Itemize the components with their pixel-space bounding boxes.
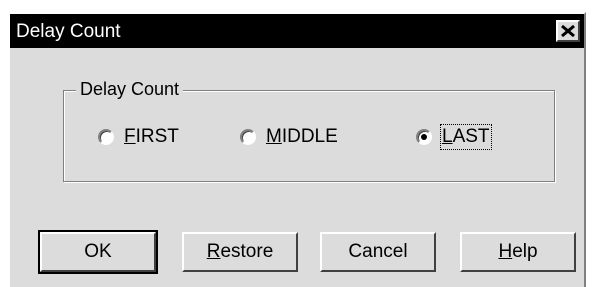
- radio-last[interactable]: LAST: [416, 124, 492, 150]
- help-button-label: Help: [498, 241, 538, 262]
- ok-button[interactable]: OK: [38, 230, 158, 274]
- delay-count-dialog: Delay Count Delay Count FIRST MIDDLE LAS…: [8, 12, 586, 287]
- title-bar[interactable]: Delay Count: [10, 14, 584, 48]
- radio-label-last: LAST: [440, 124, 492, 150]
- radio-label-first: FIRST: [124, 126, 179, 147]
- window-title: Delay Count: [16, 21, 121, 42]
- radio-dot: [421, 134, 427, 140]
- delay-count-groupbox: Delay Count FIRST MIDDLE LAST: [63, 79, 555, 182]
- ok-button-label: OK: [84, 241, 112, 262]
- help-button[interactable]: Help: [460, 232, 576, 272]
- radio-first[interactable]: FIRST: [98, 126, 179, 148]
- groupbox-label: Delay Count: [76, 79, 184, 100]
- radio-label-middle: MIDDLE: [266, 126, 338, 147]
- radio-circle-selected[interactable]: [416, 129, 432, 145]
- cancel-button[interactable]: Cancel: [320, 232, 436, 272]
- radio-circle[interactable]: [98, 129, 114, 145]
- cancel-button-label: Cancel: [348, 241, 408, 262]
- restore-button[interactable]: Restore: [182, 232, 298, 272]
- close-button[interactable]: [556, 20, 580, 42]
- radio-middle[interactable]: MIDDLE: [240, 126, 338, 148]
- restore-button-label: Restore: [206, 241, 274, 262]
- radio-circle[interactable]: [240, 129, 256, 145]
- close-icon: [561, 25, 575, 37]
